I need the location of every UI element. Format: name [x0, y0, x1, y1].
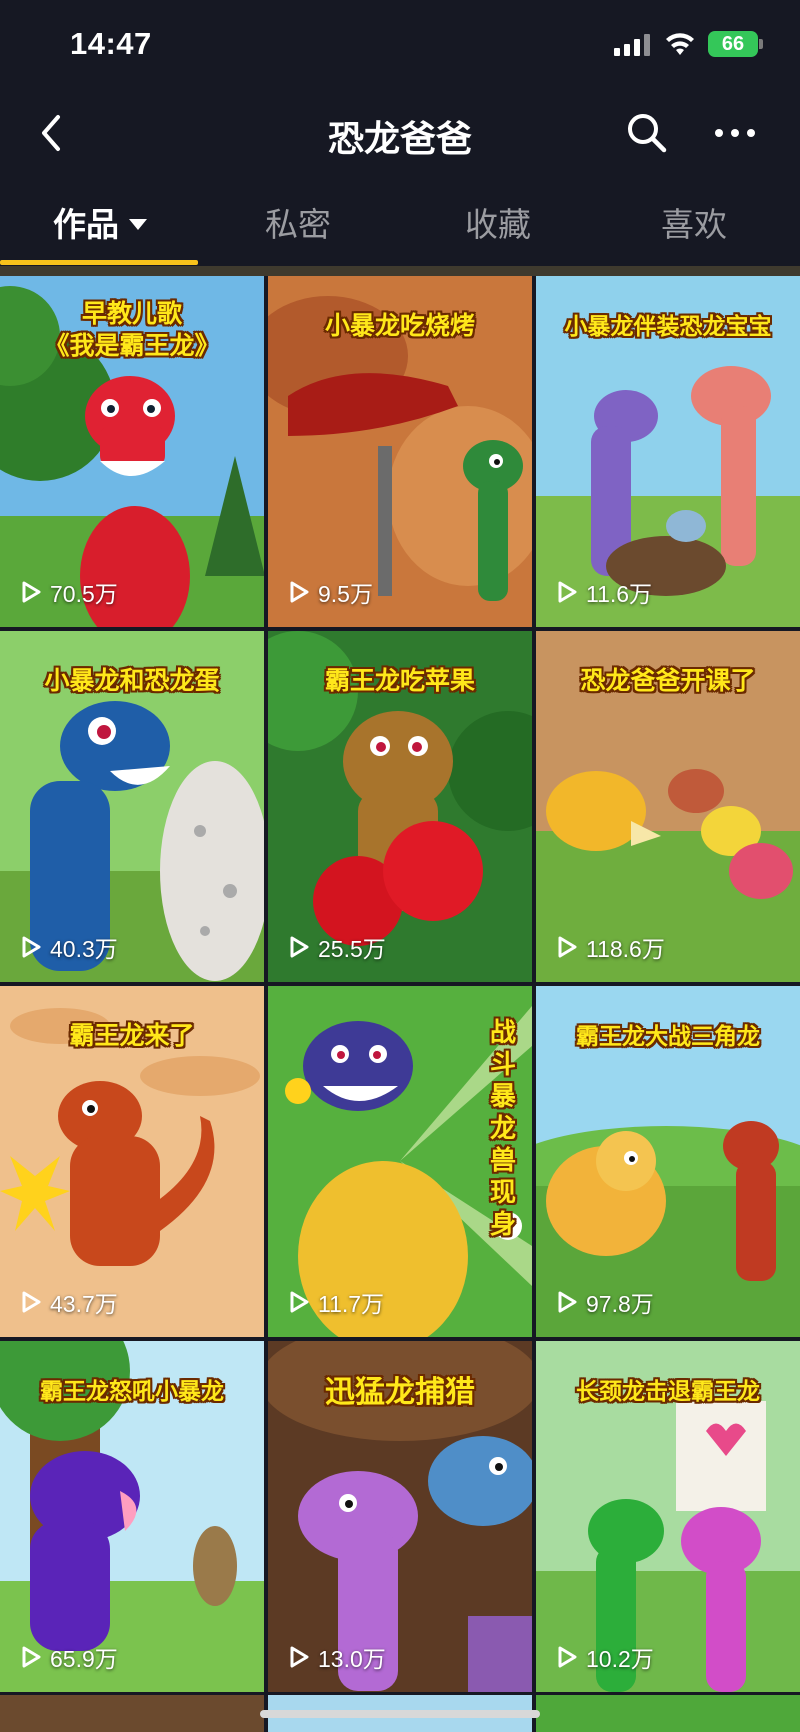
video-card[interactable]: 战斗暴龙兽现身 11.7万: [268, 986, 532, 1337]
play-count-value: 10.2万: [586, 1646, 654, 1672]
play-icon: [290, 1291, 309, 1313]
play-count-value: 43.7万: [50, 1291, 118, 1317]
home-indicator[interactable]: [260, 1710, 540, 1718]
wifi-icon: [666, 33, 694, 55]
play-icon: [558, 1291, 577, 1313]
navigation-bar: 恐龙爸爸: [0, 88, 800, 178]
play-count-value: 97.8万: [586, 1291, 654, 1317]
play-icon: [558, 581, 577, 603]
video-card[interactable]: 霸王龙来了 43.7万: [0, 986, 264, 1337]
play-count-value: 11.7万: [318, 1291, 385, 1317]
play-count: 43.7万: [20, 1285, 118, 1319]
play-icon: [558, 936, 577, 958]
video-card[interactable]: 霸王龙大战三角龙 97.8万: [536, 986, 800, 1337]
video-card-peek[interactable]: [0, 1695, 264, 1732]
play-count-value: 70.5万: [50, 581, 118, 607]
video-card[interactable]: 早教儿歌 《我是霸王龙》 70.5万: [0, 276, 264, 627]
tab-works[interactable]: 作品: [0, 198, 200, 246]
video-card[interactable]: 霸王龙怒吼小暴龙 65.9万: [0, 1341, 264, 1692]
play-count-value: 118.6万: [586, 936, 665, 962]
video-title: 小暴龙吃烧烤: [324, 312, 475, 340]
search-icon[interactable]: [622, 108, 672, 158]
more-dots-icon[interactable]: [710, 108, 760, 158]
play-count-value: 25.5万: [318, 936, 386, 962]
video-title: 霸王龙吃苹果: [324, 667, 475, 695]
page-title: 恐龙爸爸: [327, 118, 472, 159]
video-card-peek[interactable]: [536, 1695, 800, 1732]
play-icon: [22, 1291, 41, 1313]
play-count-value: 11.6万: [586, 581, 653, 607]
play-count: 118.6万: [556, 930, 665, 964]
video-title: 迅猛龙捕猎: [325, 1376, 475, 1409]
play-icon: [22, 936, 41, 958]
play-count: 13.0万: [288, 1640, 386, 1674]
video-title: 战斗暴龙兽现身: [489, 1017, 516, 1239]
video-title: 霸王龙怒吼小暴龙: [40, 1378, 224, 1404]
play-count: 11.6万: [556, 575, 652, 609]
video-card[interactable]: 霸王龙吃苹果 25.5万: [268, 631, 532, 982]
play-count: 9.5万: [288, 575, 373, 609]
play-count-value: 13.0万: [318, 1646, 386, 1672]
video-title: 小暴龙和恐龙蛋: [44, 667, 220, 695]
video-title: 长颈龙击退霸王龙: [576, 1378, 760, 1404]
play-icon: [22, 581, 41, 603]
status-bar: 14:47 66: [0, 0, 800, 88]
play-icon: [22, 1646, 41, 1668]
play-count: 97.8万: [556, 1285, 654, 1319]
video-card[interactable]: 迅猛龙捕猎 13.0万: [268, 1341, 532, 1692]
video-title: 小暴龙伴装恐龙宝宝: [564, 313, 772, 339]
video-card[interactable]: 小暴龙伴装恐龙宝宝 11.6万: [536, 276, 800, 627]
battery-icon: 66: [708, 31, 758, 57]
tab-active-indicator: [0, 260, 198, 265]
cellular-signal-icon: [614, 34, 650, 56]
battery-level: 66: [721, 32, 745, 55]
previous-row-strip: [0, 266, 800, 276]
play-icon: [558, 1646, 577, 1668]
tab-favorites[interactable]: 收藏: [398, 198, 598, 246]
tab-bar: 作品 私密 收藏 喜欢: [0, 180, 800, 264]
tab-likes[interactable]: 喜欢: [594, 198, 794, 246]
status-time: 14:47: [70, 26, 152, 61]
play-icon: [290, 936, 309, 958]
video-title: 霸王龙大战三角龙: [576, 1023, 760, 1049]
caret-down-icon: [129, 218, 147, 230]
play-icon: [290, 1646, 309, 1668]
video-title: 早教儿歌 《我是霸王龙》: [44, 300, 220, 360]
play-icon: [290, 581, 309, 603]
video-card[interactable]: 恐龙爸爸开课了 118.6万: [536, 631, 800, 982]
video-title: 恐龙爸爸开课了: [580, 667, 756, 695]
video-card[interactable]: 小暴龙和恐龙蛋 40.3万: [0, 631, 264, 982]
play-count: 70.5万: [20, 575, 118, 609]
video-title: 霸王龙来了: [69, 1022, 195, 1050]
play-count-value: 65.9万: [50, 1646, 118, 1672]
tab-private[interactable]: 私密: [198, 198, 398, 246]
video-card[interactable]: 小暴龙吃烧烤 9.5万: [268, 276, 532, 627]
play-count-value: 40.3万: [50, 936, 118, 962]
play-count: 40.3万: [20, 930, 118, 964]
battery-tip: [759, 39, 763, 49]
video-card[interactable]: 长颈龙击退霸王龙 10.2万: [536, 1341, 800, 1692]
play-count: 11.7万: [288, 1285, 384, 1319]
play-count: 25.5万: [288, 930, 386, 964]
play-count-value: 9.5万: [318, 581, 373, 607]
play-count: 65.9万: [20, 1640, 118, 1674]
play-count: 10.2万: [556, 1640, 654, 1674]
tab-works-label: 作品: [53, 206, 119, 243]
